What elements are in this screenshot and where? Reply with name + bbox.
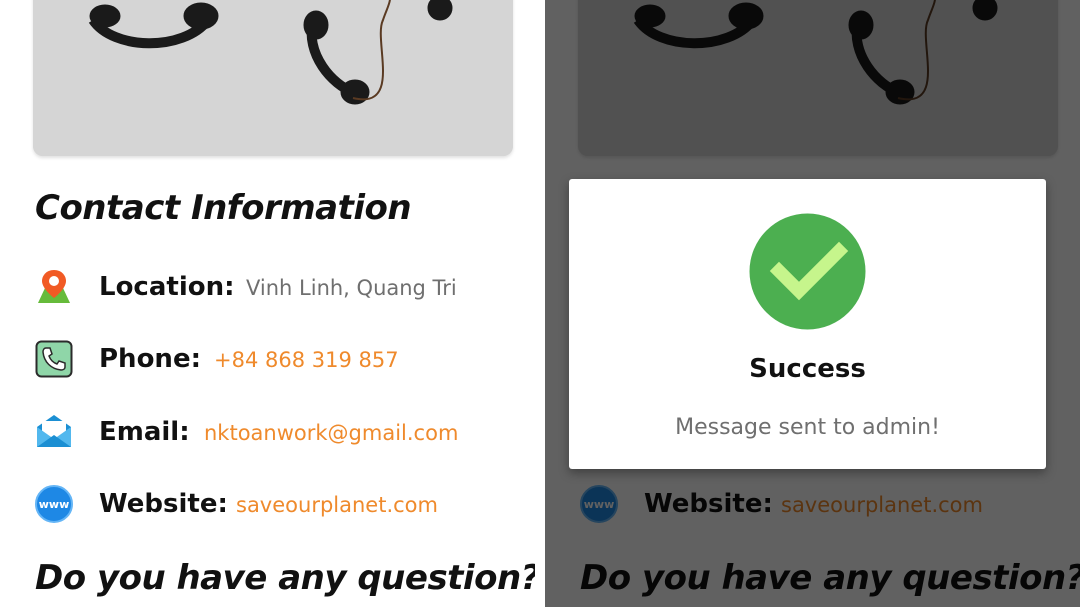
- email-link[interactable]: nktoanwork@gmail.com: [204, 421, 458, 445]
- dialog-message: Message sent to admin!: [675, 415, 940, 440]
- contact-screen-with-dialog: Contact Information www Website: saveour…: [545, 0, 1080, 607]
- phone-icon: [35, 340, 73, 378]
- email-row: Email: nktoanwork@gmail.com: [35, 413, 525, 453]
- website-row: www Website: saveourplanet.com: [35, 485, 525, 525]
- phone-label: Phone:: [99, 344, 201, 374]
- location-label: Location:: [99, 272, 235, 302]
- svg-text:www: www: [39, 498, 70, 511]
- location-pin-icon: [38, 270, 70, 303]
- success-dialog: Success Message sent to admin!: [569, 179, 1046, 469]
- question-heading: Do you have any question?: [35, 558, 535, 598]
- telephone-receivers-illustration: [33, 0, 513, 156]
- website-label: Website:: [99, 489, 228, 519]
- contact-information-heading: Contact Information: [35, 188, 412, 228]
- contact-screen: Contact Information Location: Vinh Linh,…: [0, 0, 535, 607]
- check-circle-icon: [749, 213, 866, 330]
- envelope-icon: [37, 415, 71, 447]
- phone-link[interactable]: +84 868 319 857: [214, 348, 399, 372]
- phone-row: Phone: +84 868 319 857: [35, 340, 525, 380]
- email-label: Email:: [99, 417, 190, 447]
- hero-image-telephones: [33, 0, 513, 156]
- www-globe-icon: www: [35, 485, 73, 523]
- location-value: Vinh Linh, Quang Tri: [246, 276, 457, 300]
- dialog-title: Success: [749, 354, 866, 384]
- location-row: Location: Vinh Linh, Quang Tri: [35, 268, 525, 308]
- website-link[interactable]: saveourplanet.com: [236, 493, 438, 517]
